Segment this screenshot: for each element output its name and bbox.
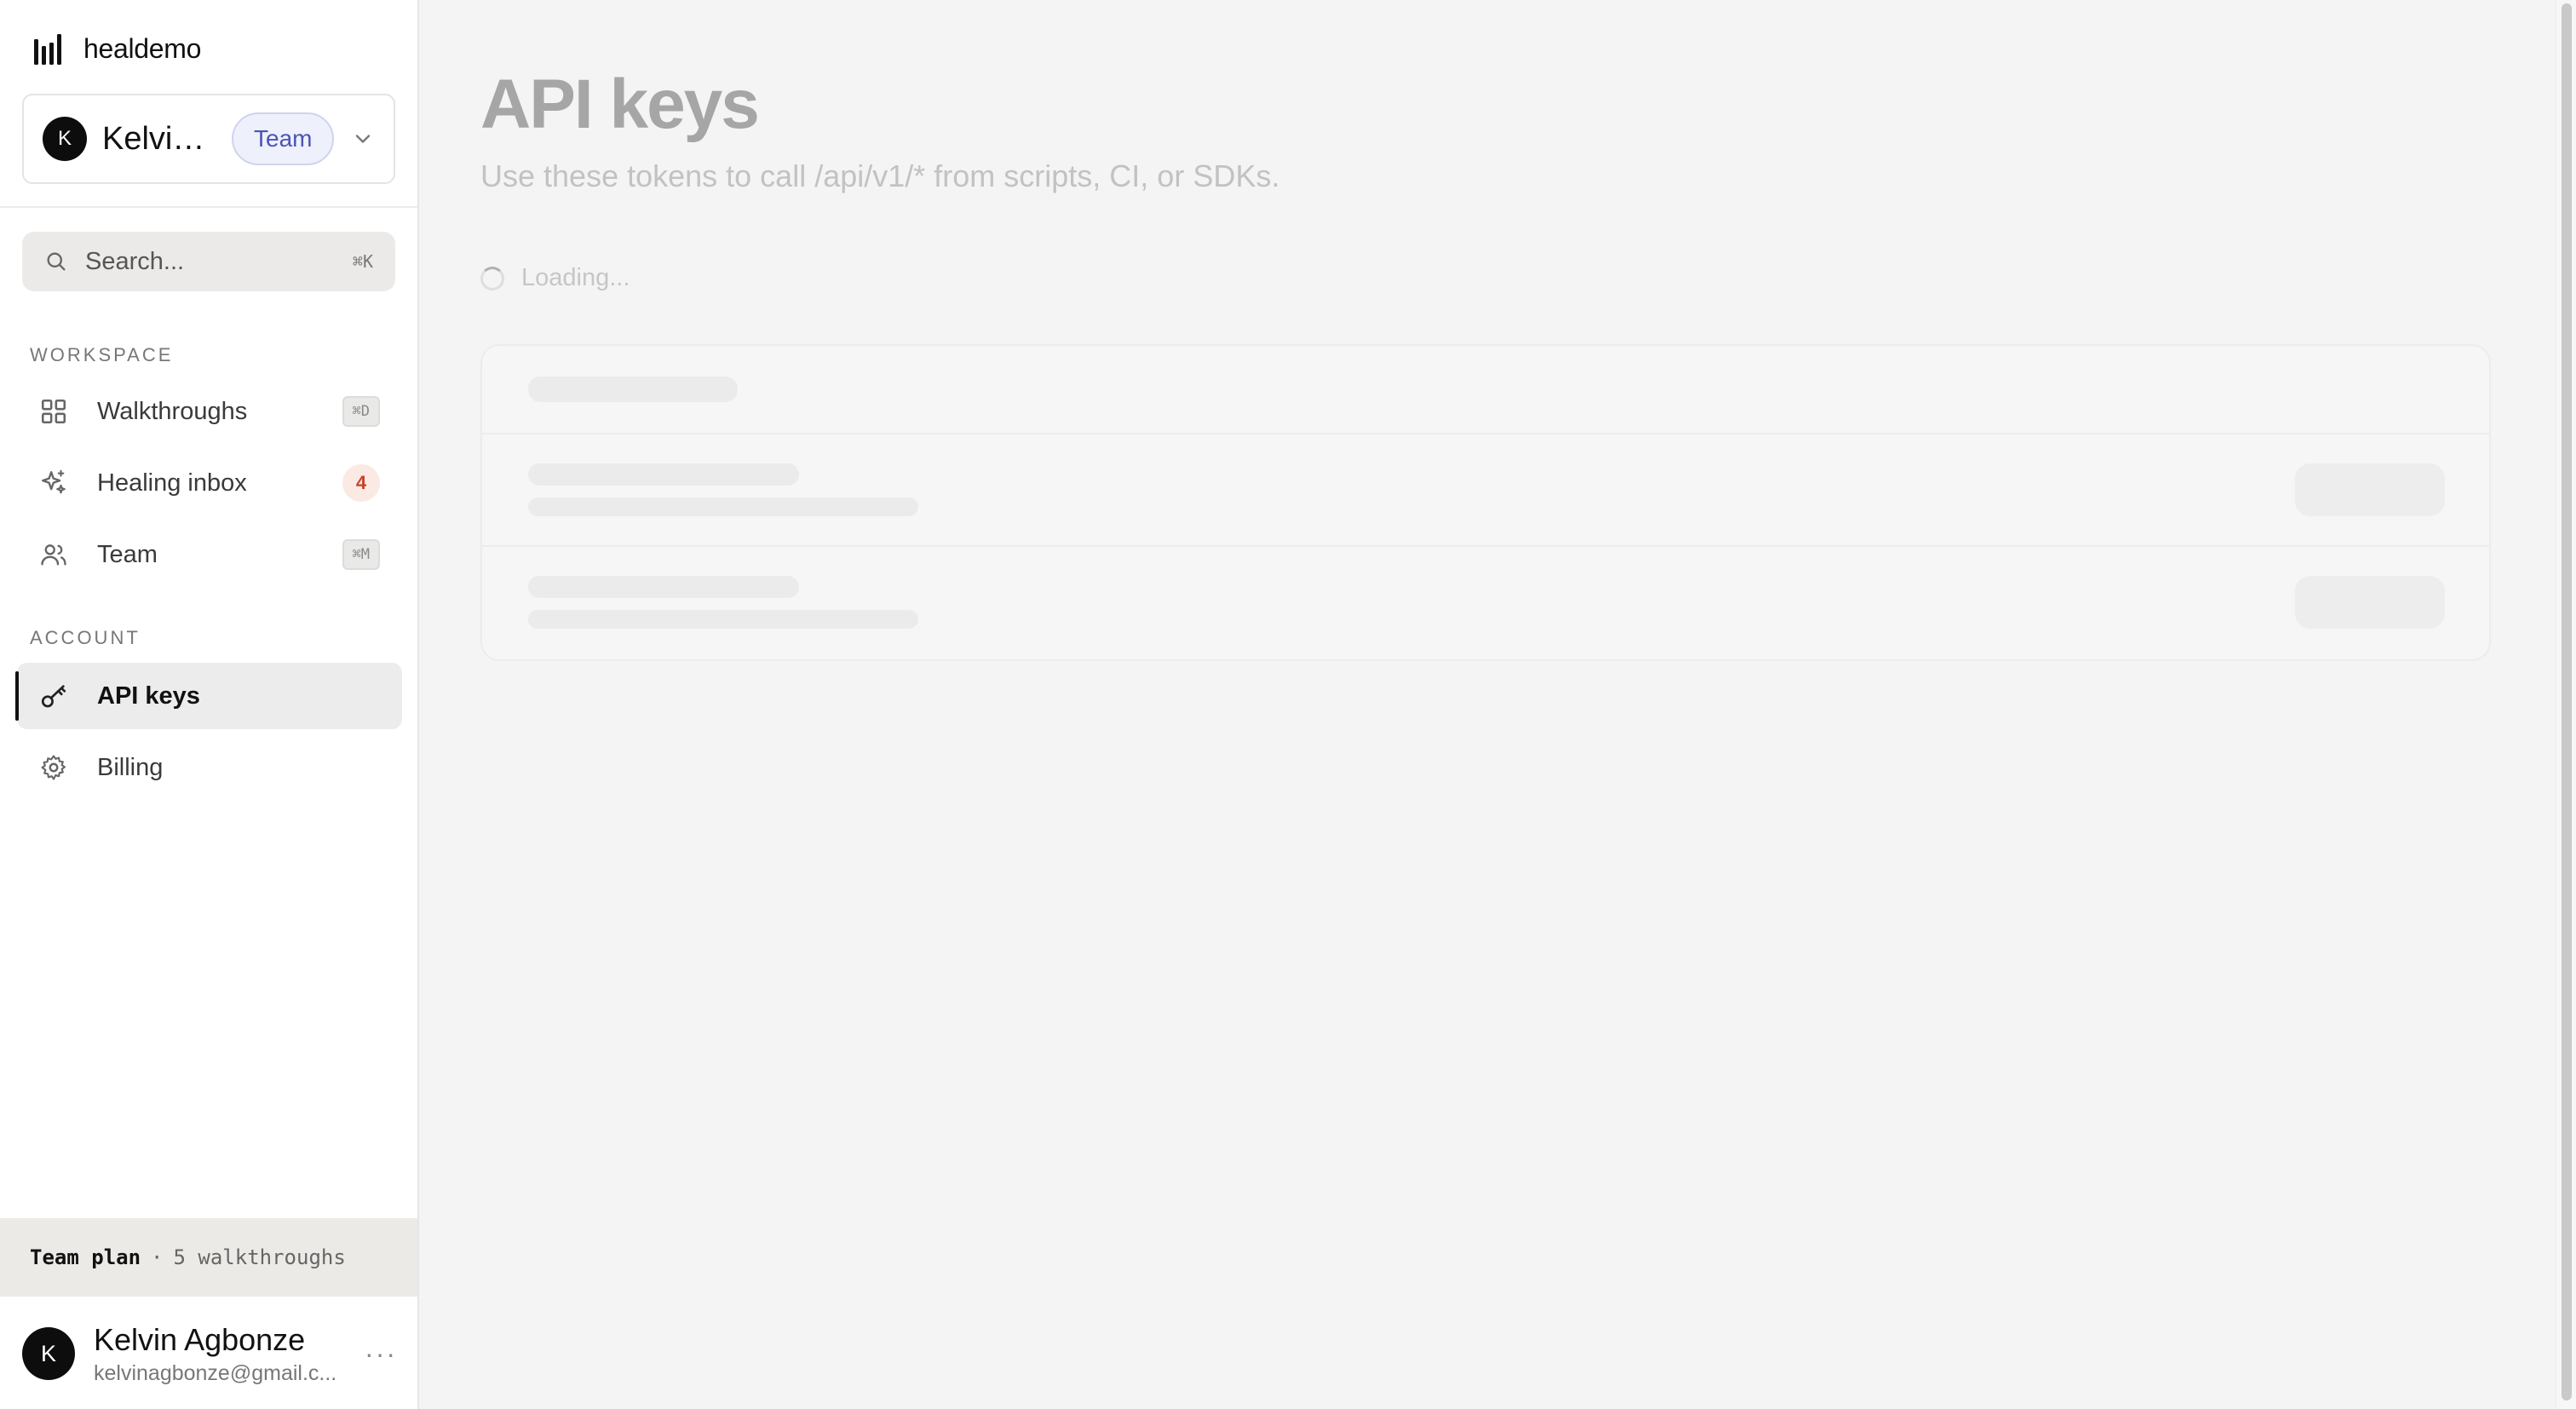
spinner-icon [480, 266, 504, 290]
page-subtitle: Use these tokens to call /api/v1/* from … [480, 158, 1280, 193]
user-email: kelvinagbonze@gmail.c... [94, 1360, 337, 1385]
sidebar-item-label: Walkthroughs [97, 397, 248, 425]
count-badge: 4 [342, 464, 380, 502]
loading-text: Loading... [521, 264, 630, 291]
brand[interactable]: healdemo [32, 31, 201, 66]
skeleton-button [2295, 463, 2445, 516]
sidebar-item-healing-inbox[interactable]: Healing inbox 4 [17, 450, 402, 516]
shortcut-badge: ⌘D [342, 396, 380, 427]
page-title: API keys [480, 66, 760, 143]
sidebar-item-label: Billing [97, 753, 164, 781]
search-shortcut: ⌘K [352, 251, 373, 272]
plan-badge: Team [232, 112, 335, 165]
sidebar-item-team[interactable]: Team ⌘M [17, 521, 402, 588]
section-label-account: ACCOUNT [30, 627, 141, 648]
more-menu-icon[interactable]: ··· [365, 1338, 397, 1370]
sidebar-item-label: API keys [97, 681, 200, 710]
plan-summary: Team plan · 5 walkthroughs [0, 1218, 417, 1297]
plan-detail: 5 walkthroughs [173, 1245, 346, 1269]
skeleton-row [482, 547, 2489, 659]
gear-icon [41, 755, 66, 780]
sidebar-item-label: Healing inbox [97, 469, 247, 497]
skeleton-bar [528, 610, 918, 629]
skeleton-table [480, 344, 2491, 661]
skeleton-bar [528, 497, 918, 516]
sidebar-item-billing[interactable]: Billing [17, 734, 402, 801]
skeleton-row [482, 434, 2489, 547]
main-content: API keys Use these tokens to call /api/v… [421, 0, 2556, 1409]
skeleton-header [482, 346, 2489, 434]
search-placeholder: Search... [85, 247, 185, 275]
sidebar-item-api-keys[interactable]: API keys [15, 663, 402, 729]
plan-name: Team plan [30, 1245, 141, 1269]
search-icon [47, 252, 66, 271]
logo-bars-icon [34, 34, 61, 65]
scrollbar[interactable] [2556, 0, 2576, 1409]
workspace-avatar: K [43, 117, 87, 161]
skeleton-bar [528, 463, 799, 486]
loading-indicator: Loading... [480, 264, 630, 292]
chevron-down-icon [355, 135, 371, 143]
shortcut-badge: ⌘M [342, 539, 380, 570]
users-icon [41, 544, 66, 566]
key-icon [41, 685, 66, 708]
plan-separator: · [151, 1245, 164, 1269]
sidebar-item-label: Team [97, 540, 158, 568]
scrollbar-thumb[interactable] [2562, 3, 2572, 1400]
section-label-workspace: WORKSPACE [30, 344, 174, 365]
grid-icon [41, 399, 66, 424]
skeleton-bar [528, 377, 738, 402]
workspace-switcher[interactable]: K Kelvin... Team [22, 94, 395, 184]
sidebar-item-walkthroughs[interactable]: Walkthroughs ⌘D [17, 378, 402, 445]
user-name: Kelvin Agbonze [94, 1321, 306, 1357]
sparkle-icon [42, 469, 66, 494]
divider [0, 206, 417, 208]
sidebar: healdemo K Kelvin... Team Search... ⌘K W… [0, 0, 419, 1409]
workspace-name: Kelvin... [102, 120, 216, 157]
skeleton-button [2295, 576, 2445, 629]
skeleton-bar [528, 576, 799, 598]
user-profile[interactable]: K Kelvin Agbonze kelvinagbonze@gmail.c..… [22, 1315, 405, 1392]
avatar: K [22, 1327, 75, 1380]
brand-name: healdemo [83, 32, 202, 64]
search-input[interactable]: Search... ⌘K [22, 232, 395, 291]
